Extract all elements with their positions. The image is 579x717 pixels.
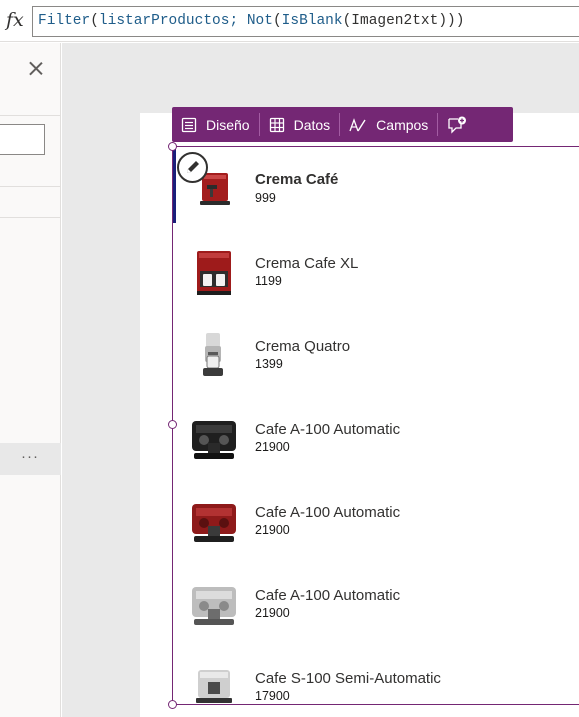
- formula-token: Imagen2txt: [351, 13, 439, 29]
- layout-button[interactable]: Diseño: [172, 107, 259, 142]
- fields-button[interactable]: Campos: [340, 107, 437, 142]
- power-apps-studio: fx Filter(listarProductos; Not(IsBlank(I…: [0, 0, 579, 717]
- divider: [0, 217, 61, 218]
- close-icon[interactable]: [25, 58, 47, 80]
- data-button[interactable]: Datos: [260, 107, 340, 142]
- divider: [0, 186, 61, 187]
- formula-token: ))): [438, 13, 465, 29]
- resize-handle[interactable]: [168, 142, 177, 151]
- pencil-icon: [187, 161, 199, 173]
- table-icon: [269, 117, 284, 132]
- formula-input[interactable]: Filter(listarProductos; Not(IsBlank(Imag…: [32, 6, 579, 37]
- add-comment-button[interactable]: [438, 107, 485, 142]
- formula-bar: fx Filter(listarProductos; Not(IsBlank(I…: [0, 0, 579, 42]
- divider: [0, 115, 61, 116]
- tree-item-selected[interactable]: ···: [0, 443, 61, 475]
- formula-token: (: [272, 13, 282, 29]
- formula-token: (: [342, 13, 352, 29]
- layout-icon: [181, 117, 197, 132]
- fx-icon[interactable]: fx: [6, 9, 24, 31]
- resize-handle[interactable]: [168, 420, 177, 429]
- edit-template-button[interactable]: [177, 152, 208, 183]
- search-input[interactable]: [0, 124, 45, 155]
- gallery-command-bar: Diseño Datos Campos: [172, 107, 513, 142]
- fields-icon: [349, 117, 366, 131]
- resize-handle[interactable]: [168, 700, 177, 709]
- gallery-selection-border[interactable]: [172, 146, 579, 705]
- formula-token: IsBlank: [281, 13, 343, 29]
- more-options-icon[interactable]: ···: [21, 448, 39, 465]
- fields-label: Campos: [376, 116, 429, 133]
- comment-add-icon: [448, 116, 467, 134]
- data-label: Datos: [293, 116, 331, 133]
- formula-token: (: [90, 13, 99, 29]
- formula-token: listarProductos;: [98, 13, 247, 29]
- left-pane: ···: [0, 43, 61, 717]
- layout-label: Diseño: [206, 116, 250, 133]
- formula-token: Filter: [38, 13, 91, 29]
- formula-token: Not: [246, 13, 273, 29]
